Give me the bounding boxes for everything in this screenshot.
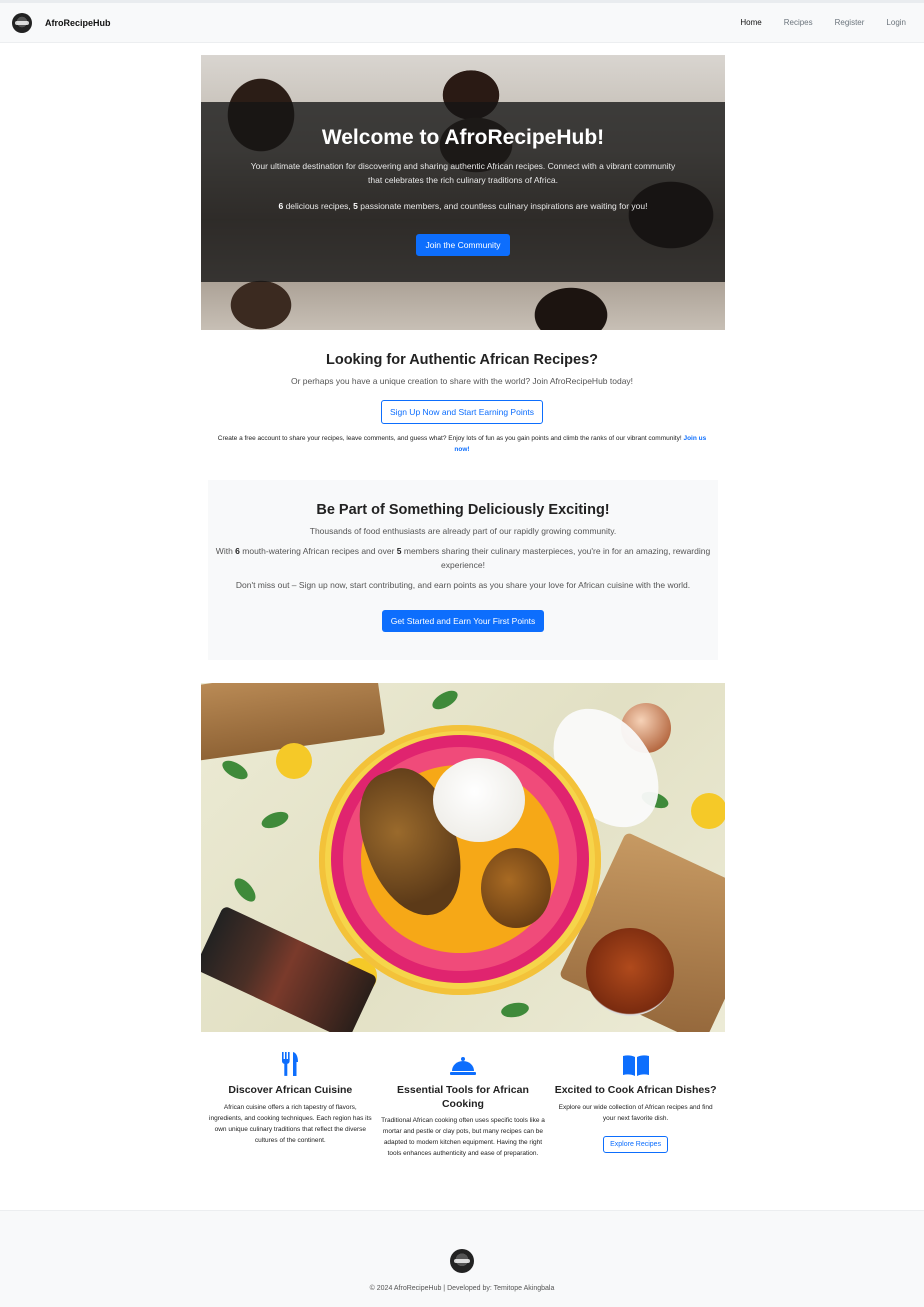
leaf <box>219 756 251 784</box>
community-line3: Don't miss out – Sign up now, start cont… <box>235 580 691 590</box>
lemon <box>276 743 312 779</box>
signup-title: Looking for Authentic African Recipes? <box>325 352 599 368</box>
nav-link-home[interactable]: Home <box>740 18 761 27</box>
features-row: Discover African Cuisine African cuisine… <box>204 1052 722 1159</box>
hero-overlay: Welcome to AfroRecipeHub! Your ultimate … <box>201 102 725 282</box>
footer-copyright: © 2024 AfroRecipeHub | Developed by: Tem… <box>369 1285 555 1292</box>
signup-note-text: Create a free account to share your reci… <box>217 435 684 442</box>
lemon <box>691 793 725 829</box>
feature-card: Excited to Cook African Dishes? Explore … <box>549 1052 722 1159</box>
signup-note: Create a free account to share your reci… <box>200 433 724 455</box>
footer: © 2024 AfroRecipeHub | Developed by: Tem… <box>0 1210 924 1307</box>
explore-recipes-button[interactable]: Explore Recipes <box>603 1135 669 1153</box>
hero-stats: 6 delicious recipes, 5 passionate member… <box>233 199 693 213</box>
rice <box>433 758 525 842</box>
community-line2-c: members sharing their culinary masterpie… <box>401 546 711 570</box>
nav-links: Home Recipes Register Login <box>740 18 912 27</box>
navbar: AfroRecipeHub Home Recipes Register Logi… <box>0 3 924 43</box>
leaf <box>499 1000 531 1020</box>
leaf <box>230 874 260 906</box>
feature-text: Traditional African cooking often uses s… <box>381 1117 545 1157</box>
hero-banner: Welcome to AfroRecipeHub! Your ultimate … <box>201 55 725 330</box>
feature-card: Essential Tools for African Cooking Trad… <box>377 1052 550 1159</box>
community-line2-a: With <box>215 546 236 556</box>
feature-text: Explore our wide collection of African r… <box>558 1103 713 1122</box>
feature-title: Essential Tools for African Cooking <box>397 1084 529 1110</box>
community-title: Be Part of Something Deliciously Excitin… <box>316 502 610 518</box>
feature-text: African cuisine offers a rich tapestry o… <box>209 1103 372 1144</box>
nav-link-recipes[interactable]: Recipes <box>784 18 813 27</box>
community-line1: Thousands of food enthusiasts are alread… <box>309 526 617 536</box>
food-image <box>201 683 725 1032</box>
feature-title: Excited to Cook African Dishes? <box>554 1084 717 1096</box>
brand-name[interactable]: AfroRecipeHub <box>45 18 111 28</box>
feature-title: Discover African Cuisine <box>228 1084 353 1096</box>
community-section: Be Part of Something Deliciously Excitin… <box>208 480 718 660</box>
cloche-icon <box>381 1052 546 1076</box>
feature-card: Discover African Cuisine African cuisine… <box>204 1052 377 1159</box>
book-icon <box>553 1052 718 1076</box>
leaf <box>259 808 291 832</box>
logo-icon <box>12 12 32 33</box>
plantain <box>481 848 551 928</box>
nav-link-register[interactable]: Register <box>835 18 865 27</box>
join-community-button[interactable]: Join the Community <box>416 234 510 256</box>
utensils-icon <box>208 1052 373 1076</box>
hero-intro: Your ultimate destination for discoverin… <box>250 161 676 185</box>
get-started-button[interactable]: Get Started and Earn Your First Points <box>381 610 545 632</box>
hero-stats-mid: delicious recipes, <box>283 201 354 211</box>
hero-stats-tail: passionate members, and countless culina… <box>357 201 648 211</box>
community-line2: With 6 mouth-watering African recipes an… <box>208 544 718 572</box>
signup-button[interactable]: Sign Up Now and Start Earning Points <box>380 400 544 424</box>
signup-section: Looking for Authentic African Recipes? O… <box>200 352 724 455</box>
brand[interactable]: AfroRecipeHub <box>12 12 111 33</box>
nav-link-login[interactable]: Login <box>886 18 906 27</box>
leaf <box>429 686 461 714</box>
footer-logo-icon <box>450 1249 474 1273</box>
signup-lead: Or perhaps you have a unique creation to… <box>290 376 634 386</box>
sauce-bowl <box>586 928 674 1016</box>
community-line2-b: mouth-watering African recipes and over <box>239 546 397 556</box>
hero-title: Welcome to AfroRecipeHub! <box>321 126 605 149</box>
